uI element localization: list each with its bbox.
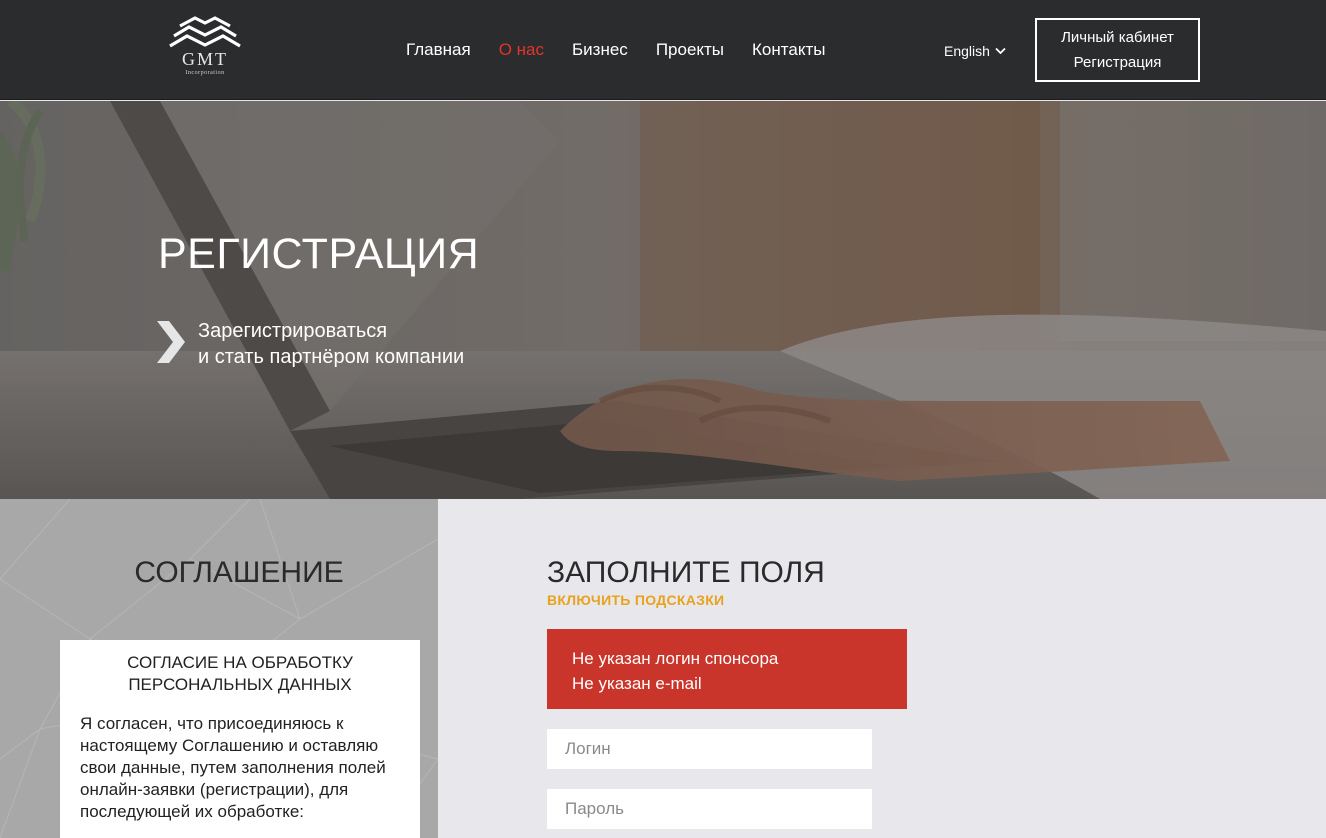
mountain-logo-icon [169, 16, 241, 48]
hero-banner: РЕГИСТРАЦИЯ Зарегистрироваться и стать п… [0, 101, 1326, 499]
personal-cabinet-link[interactable]: Личный кабинет [1061, 27, 1174, 48]
error-sponsor-login: Не указан логин спонсора [572, 649, 779, 668]
nav-about[interactable]: О нас [485, 38, 558, 62]
form-heading: ЗАПОЛНИТЕ ПОЛЯ [547, 556, 825, 589]
registration-link[interactable]: Регистрация [1074, 52, 1162, 73]
hero-background-image [0, 101, 1326, 499]
page-title: РЕГИСТРАЦИЯ [158, 230, 480, 278]
main-nav: Главная О нас Бизнес Проекты Контакты [392, 38, 839, 62]
registration-form-panel: ЗАПОЛНИТЕ ПОЛЯ ВКЛЮЧИТЬ ПОДСКАЗКИ Не ука… [438, 499, 1326, 838]
hero-subtitle-line2: и стать партнёром компании [198, 346, 465, 368]
agreement-text: Я согласен, что присоединяюсь к настояще… [80, 714, 386, 821]
chevron-down-icon [995, 47, 1006, 55]
nav-business[interactable]: Бизнес [558, 38, 642, 62]
agreement-card-title: СОГЛАСИЕ НА ОБРАБОТКУ ПЕРСОНАЛЬНЫХ ДАННЫ… [127, 653, 353, 694]
logo-text: GMT [182, 49, 228, 69]
language-label: English [944, 43, 990, 59]
chevron-right-icon [157, 321, 185, 363]
company-logo[interactable]: GMT Incorporation [168, 14, 242, 80]
error-message-box: Не указан логин спонсора Не указан e-mai… [547, 629, 907, 709]
site-header: GMT Incorporation Главная О нас Бизнес П… [0, 0, 1326, 100]
nav-home[interactable]: Главная [392, 38, 485, 62]
enable-hints-link[interactable]: ВКЛЮЧИТЬ ПОДСКАЗКИ [547, 591, 724, 609]
agreement-panel: СОГЛАШЕНИЕ СОГЛАСИЕ НА ОБРАБОТКУ ПЕРСОНА… [0, 499, 438, 838]
language-selector[interactable]: English [944, 41, 1006, 61]
nav-contacts[interactable]: Контакты [738, 38, 839, 62]
nav-projects[interactable]: Проекты [642, 38, 738, 62]
account-box: Личный кабинет Регистрация [1035, 18, 1200, 82]
login-input[interactable] [547, 729, 872, 769]
hero-subtitle-line1: Зарегистрироваться [198, 320, 388, 342]
error-email: Не указан e-mail [572, 674, 702, 693]
hero-subtitle: Зарегистрироваться и стать партнёром ком… [198, 318, 464, 370]
agreement-card[interactable]: СОГЛАСИЕ НА ОБРАБОТКУ ПЕРСОНАЛЬНЫХ ДАННЫ… [60, 640, 420, 838]
logo-subtext: Incorporation [185, 70, 225, 76]
agreement-heading: СОГЛАШЕНИЕ [134, 556, 344, 589]
password-input[interactable] [547, 789, 872, 829]
